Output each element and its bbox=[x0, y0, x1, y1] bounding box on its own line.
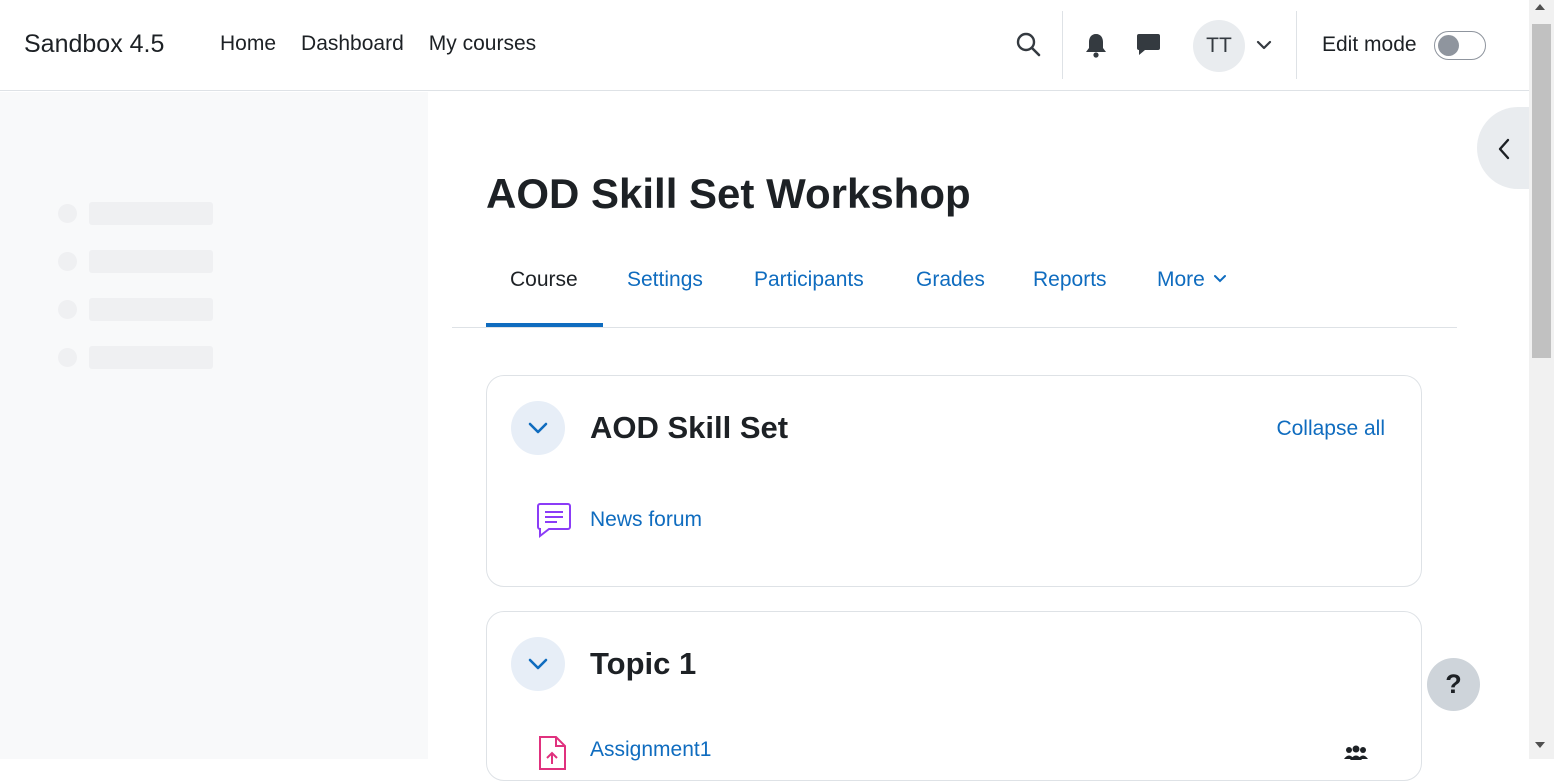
user-avatar[interactable]: TT bbox=[1193, 20, 1245, 72]
toggle-knob bbox=[1438, 35, 1459, 56]
scroll-up-arrow[interactable] bbox=[1535, 4, 1545, 10]
message-icon[interactable] bbox=[1136, 33, 1161, 62]
section-collapse-toggle[interactable] bbox=[511, 637, 565, 691]
navbar-divider bbox=[1296, 11, 1297, 79]
tab-reports[interactable]: Reports bbox=[1033, 268, 1107, 292]
chevron-down-icon bbox=[1213, 275, 1226, 283]
bell-icon[interactable] bbox=[1084, 32, 1108, 63]
top-navbar: Sandbox 4.5 Home Dashboard My courses TT… bbox=[0, 0, 1529, 91]
primary-navigation: Home Dashboard My courses bbox=[220, 32, 536, 56]
search-icon[interactable] bbox=[1015, 31, 1041, 62]
forum-icon bbox=[535, 501, 573, 544]
tab-grades[interactable]: Grades bbox=[916, 268, 985, 292]
site-brand[interactable]: Sandbox 4.5 bbox=[24, 30, 164, 59]
chevron-down-icon bbox=[528, 658, 548, 670]
navbar-divider bbox=[1062, 11, 1063, 79]
scroll-down-arrow[interactable] bbox=[1535, 742, 1545, 748]
course-section: Topic 1 Assignment1 bbox=[486, 611, 1422, 781]
help-button[interactable]: ? bbox=[1427, 658, 1480, 711]
section-collapse-toggle[interactable] bbox=[511, 401, 565, 455]
edit-mode-label: Edit mode bbox=[1322, 33, 1417, 56]
group-icon bbox=[1343, 745, 1369, 766]
edit-mode-toggle[interactable] bbox=[1434, 31, 1486, 60]
page-title: AOD Skill Set Workshop bbox=[486, 170, 971, 217]
section-title[interactable]: AOD Skill Set bbox=[590, 410, 788, 446]
tab-settings[interactable]: Settings bbox=[627, 268, 703, 292]
course-tabs: Course Settings Participants Grades Repo… bbox=[452, 258, 1457, 328]
tab-more[interactable]: More bbox=[1157, 268, 1226, 292]
tab-course[interactable]: Course bbox=[510, 268, 578, 292]
activity-link-news-forum[interactable]: News forum bbox=[590, 508, 702, 532]
chevron-down-icon[interactable] bbox=[1256, 38, 1272, 56]
scrollbar-thumb[interactable] bbox=[1532, 24, 1551, 358]
help-button-label: ? bbox=[1445, 669, 1462, 699]
assignment-icon bbox=[537, 735, 567, 776]
course-index-drawer bbox=[0, 92, 428, 759]
collapse-all-link[interactable]: Collapse all bbox=[1276, 417, 1385, 441]
tab-more-label: More bbox=[1157, 268, 1205, 291]
user-initials: TT bbox=[1206, 34, 1232, 57]
chevron-down-icon bbox=[528, 422, 548, 434]
active-tab-indicator bbox=[486, 323, 603, 327]
open-block-drawer-button[interactable] bbox=[1477, 107, 1537, 189]
chevron-left-icon bbox=[1498, 138, 1510, 160]
activity-link-assignment[interactable]: Assignment1 bbox=[590, 738, 711, 762]
section-title[interactable]: Topic 1 bbox=[590, 646, 696, 682]
nav-my-courses[interactable]: My courses bbox=[429, 32, 536, 56]
nav-home[interactable]: Home bbox=[220, 32, 276, 56]
tab-participants[interactable]: Participants bbox=[754, 268, 864, 292]
nav-dashboard[interactable]: Dashboard bbox=[301, 32, 404, 56]
course-section: AOD Skill Set Collapse all News forum bbox=[486, 375, 1422, 587]
